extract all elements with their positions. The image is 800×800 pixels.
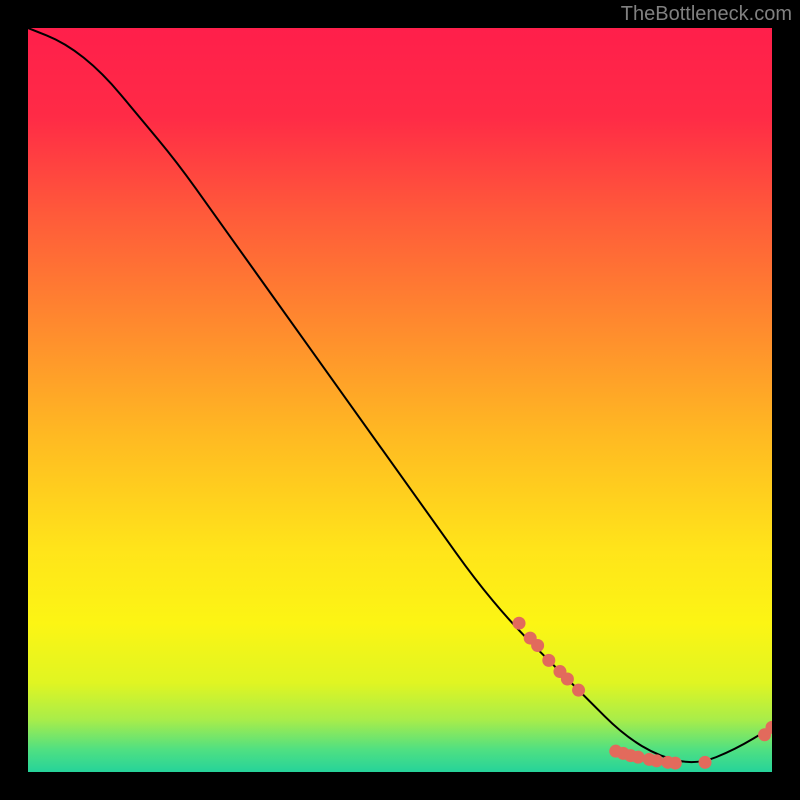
data-marker [513, 617, 526, 630]
data-marker [542, 654, 555, 667]
data-marker [531, 639, 544, 652]
chart-container: TheBottleneck.com [0, 0, 800, 800]
data-marker [699, 756, 712, 769]
bottleneck-curve [28, 28, 772, 762]
data-marker [561, 673, 574, 686]
data-marker [572, 684, 585, 697]
data-marker [632, 751, 645, 764]
data-marker [669, 757, 682, 770]
watermark-text: TheBottleneck.com [621, 3, 792, 26]
plot-area [28, 28, 772, 772]
curve-layer [28, 28, 772, 772]
data-marker [650, 754, 663, 767]
